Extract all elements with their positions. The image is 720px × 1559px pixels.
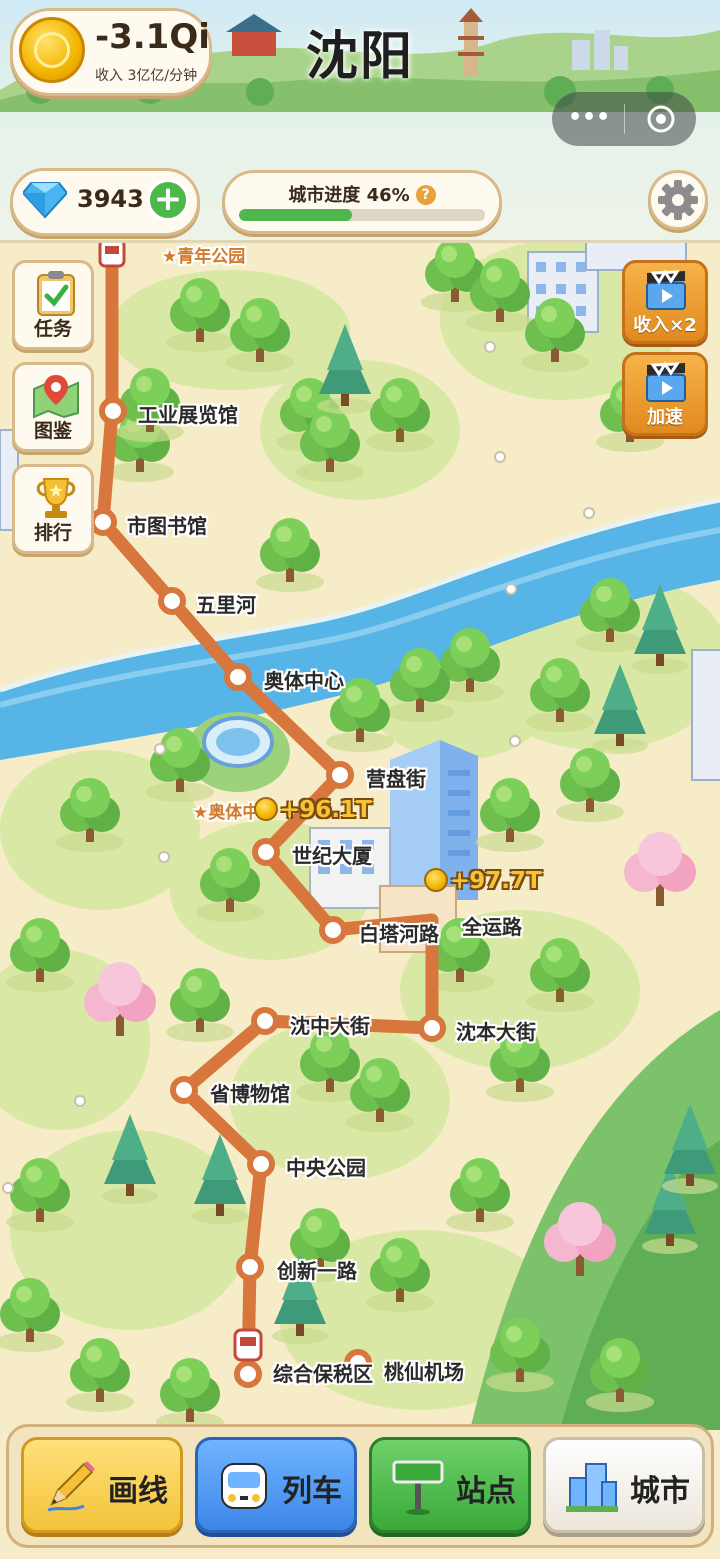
city-progress[interactable]: 城市进度 46%?	[222, 170, 502, 234]
tab-station[interactable]: 站点	[369, 1437, 531, 1533]
city-progress-text: 城市进度 46%	[288, 185, 410, 206]
clapperboard-icon	[646, 361, 686, 402]
clapperboard-icon	[646, 269, 686, 310]
signpost-icon	[392, 1460, 444, 1515]
coin-icon	[424, 868, 448, 892]
add-gems-button[interactable]: +	[147, 179, 189, 221]
map-pin-icon	[33, 375, 79, 419]
income-popup: +97.7T	[424, 868, 542, 894]
task-label: 任务	[33, 318, 72, 340]
pencil-icon	[47, 1461, 95, 1512]
clipboard-check-icon	[37, 271, 75, 316]
station-label-provincial-museum[interactable]: 省博物馆	[210, 1078, 290, 1107]
city-progress-bar	[239, 209, 485, 221]
tab-city[interactable]: 城市	[543, 1437, 705, 1533]
speed-up-label: 加速	[647, 407, 683, 428]
station-label-city-library[interactable]: 市图书馆	[127, 510, 207, 539]
gem-count: 3943	[77, 185, 144, 213]
bottom-tab-bar: 画线 列车 站点 城市	[6, 1424, 714, 1548]
close-target-icon[interactable]	[646, 104, 676, 134]
trophy-icon	[36, 478, 76, 518]
landmark-label-olympic[interactable]: ★奥体中	[193, 798, 259, 823]
station-label-quanyun-road[interactable]: 全运路	[462, 911, 522, 940]
station-label-wulihe[interactable]: 五里河	[196, 589, 256, 618]
ranking-label: 排行	[33, 522, 72, 544]
station-label-century-tower[interactable]: 世纪大厦	[292, 840, 372, 869]
coin-balance[interactable]: -3.1Qi 收入 3亿亿/分钟	[10, 8, 212, 96]
diamond-icon	[23, 182, 67, 219]
station-label-olympic-center[interactable]: 奥体中心	[264, 665, 344, 694]
income-double-label: 收入×2	[633, 315, 697, 336]
settings-button[interactable]	[648, 170, 708, 230]
mini-program-capsule: •••	[552, 92, 696, 146]
train-bottom	[233, 1328, 263, 1362]
coin-icon	[254, 797, 278, 821]
city-title: 沈阳	[305, 27, 414, 87]
task-button[interactable]: 任务	[12, 260, 94, 350]
income-popup-value: +96.1T	[280, 797, 372, 823]
train-icon	[221, 1463, 267, 1509]
coin-value: -3.1Qi	[95, 17, 210, 57]
tab-train-label: 列车	[282, 1474, 342, 1509]
station-label-taoxian-airport[interactable]: 桃仙机场	[384, 1356, 464, 1385]
collection-label: 图鉴	[33, 420, 72, 442]
tab-station-label: 站点	[456, 1474, 516, 1509]
tab-draw-line[interactable]: 画线	[21, 1437, 183, 1533]
station-label-bonded-zone[interactable]: 综合保税区	[273, 1358, 373, 1387]
station-label-central-park[interactable]: 中央公园	[286, 1152, 366, 1181]
ranking-button[interactable]: 排行	[12, 464, 94, 554]
income-popup-value: +97.7T	[450, 868, 542, 894]
gem-balance: 3943 +	[10, 168, 200, 236]
tab-city-label: 城市	[630, 1474, 690, 1509]
station-label-shenben-street[interactable]: 沈本大街	[456, 1016, 536, 1045]
coin-income-rate: 收入 3亿亿/分钟	[95, 68, 198, 84]
gear-icon	[658, 180, 698, 220]
city-progress-fill	[239, 209, 353, 221]
station-label-baita-river-road[interactable]: 白塔河路	[359, 918, 439, 947]
gold-coin-icon	[19, 17, 85, 83]
collection-button[interactable]: 图鉴	[12, 362, 94, 452]
tab-train[interactable]: 列车	[195, 1437, 357, 1533]
income-popup: +96.1T	[254, 797, 372, 823]
station-label-qingnian-park[interactable]: ★青年公园	[162, 242, 245, 267]
buildings-icon	[566, 1463, 618, 1512]
help-icon[interactable]: ?	[415, 185, 436, 205]
more-options-icon[interactable]: •••	[568, 104, 610, 134]
city-progress-label: 城市进度 46%?	[225, 181, 499, 207]
station-label-chuangxin-road[interactable]: 创新一路	[277, 1255, 357, 1284]
station-label-shenzhong-street[interactable]: 沈中大街	[290, 1010, 370, 1039]
station-label-industrial-exhibition[interactable]: 工业展览馆	[138, 399, 238, 428]
speed-up-button[interactable]: 加速	[622, 352, 708, 436]
train-top	[98, 238, 126, 268]
station-label-yingpan-street[interactable]: 营盘街	[366, 763, 426, 792]
income-double-button[interactable]: 收入×2	[622, 260, 708, 344]
capsule-divider	[624, 104, 625, 134]
tab-draw-label: 画线	[108, 1474, 168, 1509]
